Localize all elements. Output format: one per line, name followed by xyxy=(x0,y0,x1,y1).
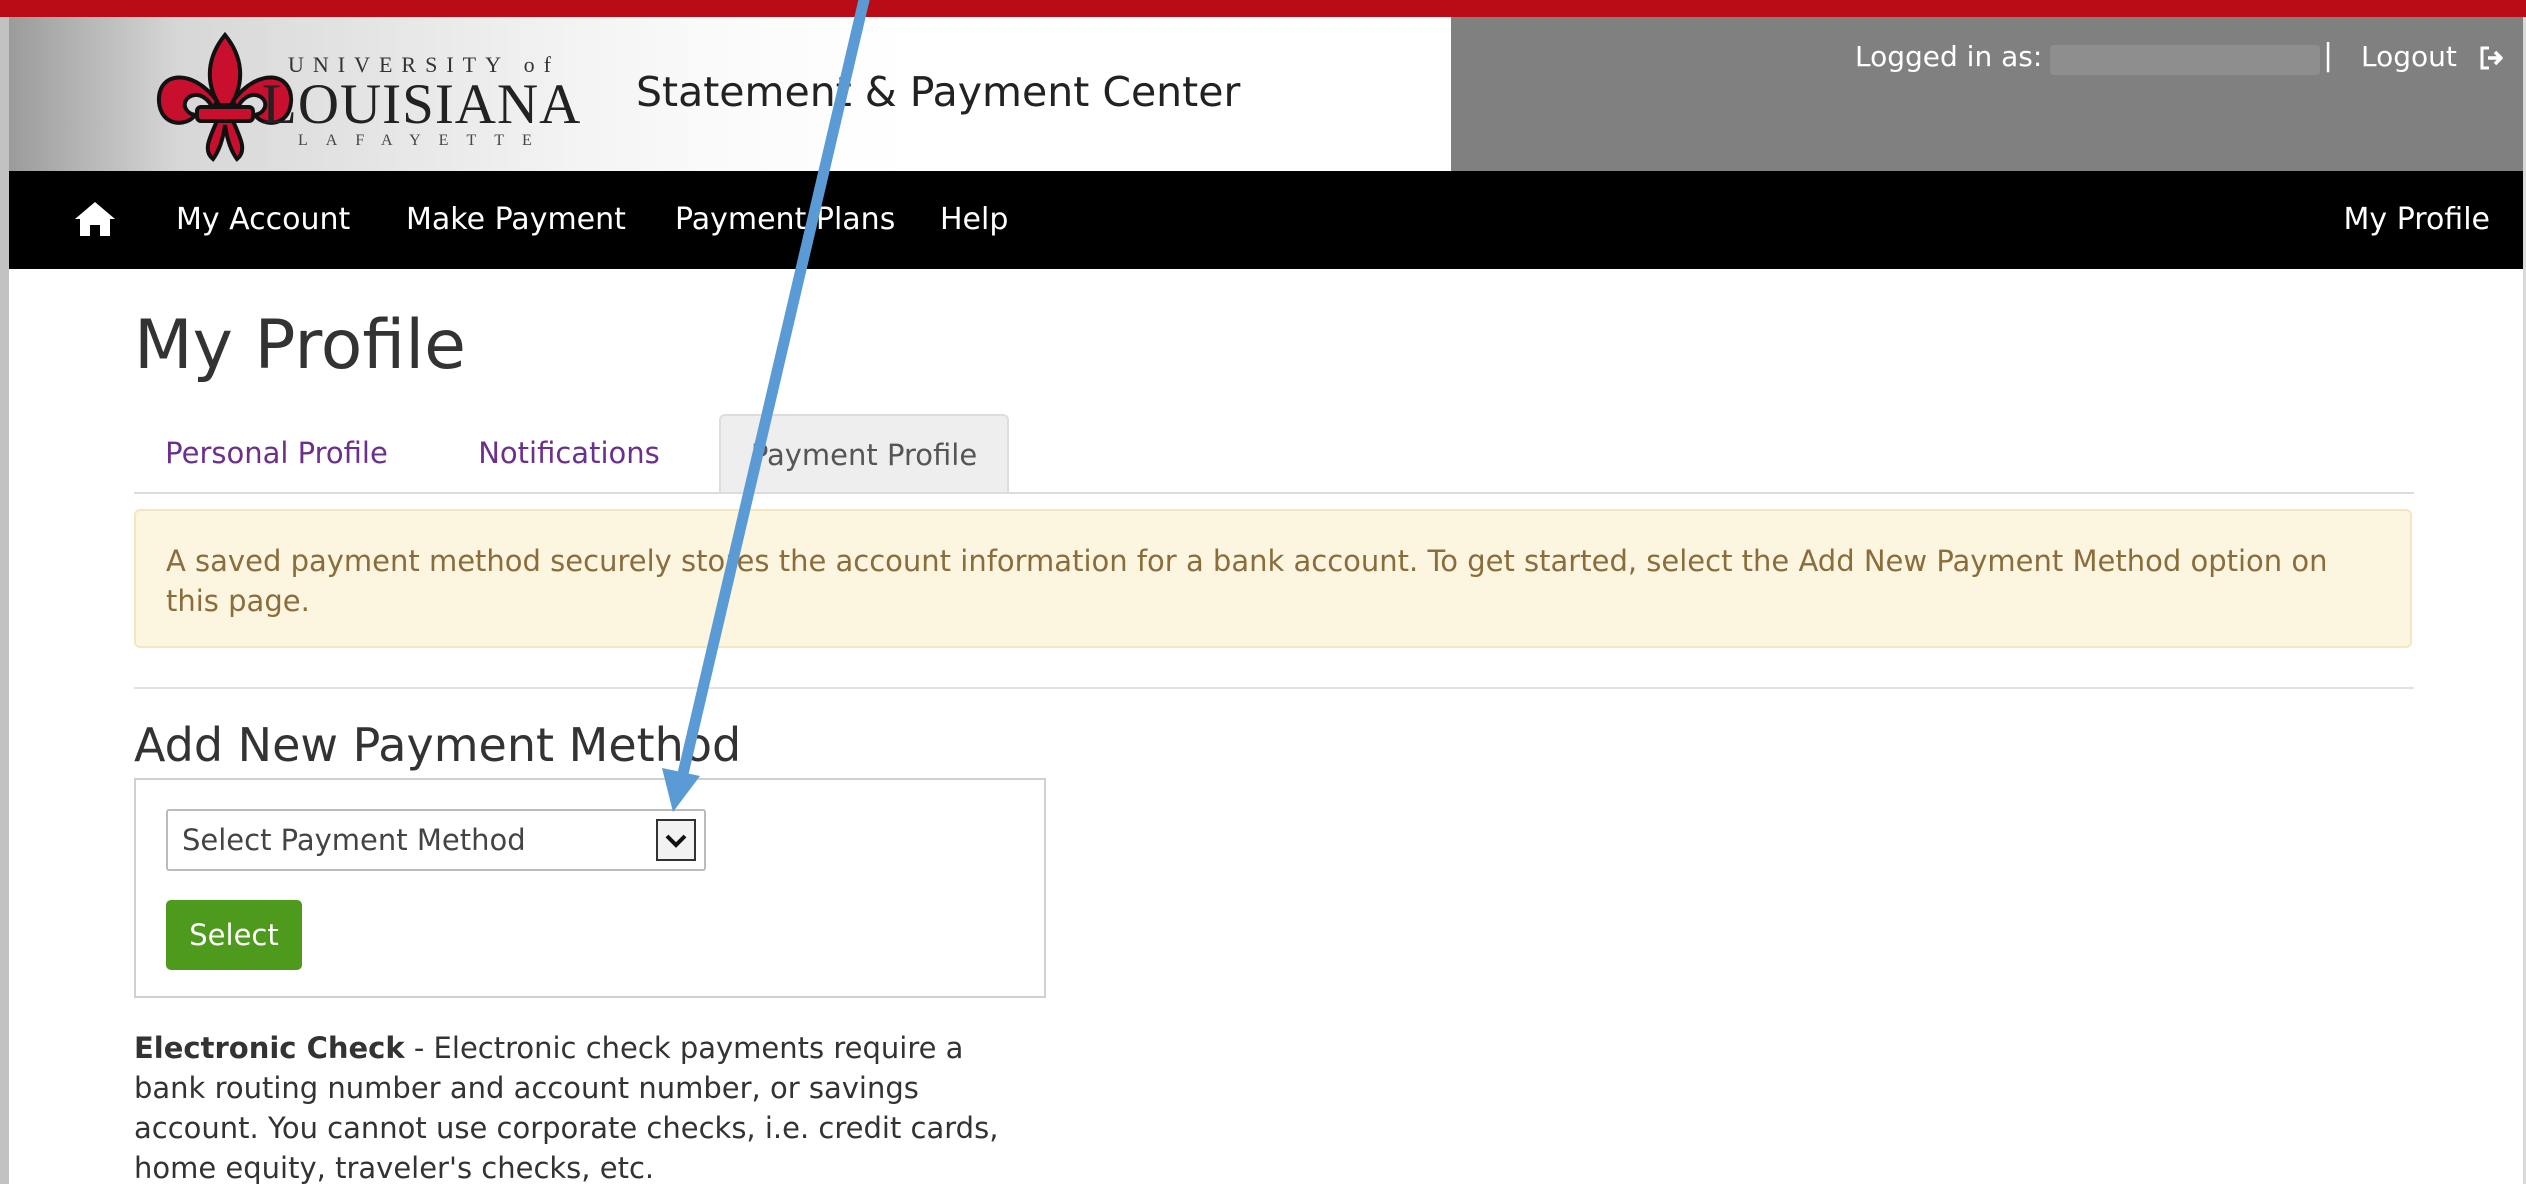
nav-help[interactable]: Help xyxy=(940,171,1008,269)
logged-in-label: Logged in as: xyxy=(1855,40,2043,73)
tab-payment-profile[interactable]: Payment Profile xyxy=(719,414,1009,494)
chevron-down-icon[interactable] xyxy=(656,819,696,861)
tab-notifications[interactable]: Notifications xyxy=(443,414,695,492)
electronic-check-term: Electronic Check xyxy=(134,1031,405,1065)
tab-personal-profile[interactable]: Personal Profile xyxy=(134,414,419,492)
window-edge-left xyxy=(0,17,9,1184)
nav-my-account[interactable]: My Account xyxy=(176,171,350,269)
info-alert: A saved payment method securely stores t… xyxy=(134,509,2412,648)
payment-method-select[interactable]: Select Payment Method xyxy=(166,809,706,871)
select-button[interactable]: Select xyxy=(166,900,302,970)
payment-method-select-value: Select Payment Method xyxy=(182,823,526,857)
header-separator: | xyxy=(2323,38,2334,73)
nav-payment-plans[interactable]: Payment Plans xyxy=(675,171,895,269)
logout-icon[interactable] xyxy=(2478,44,2506,72)
page-title: My Profile xyxy=(134,306,466,385)
logout-link[interactable]: Logout xyxy=(2361,40,2457,73)
electronic-check-note: Electronic Check - Electronic check paym… xyxy=(134,1028,1034,1188)
nav-my-profile[interactable]: My Profile xyxy=(2344,171,2490,269)
top-accent-bar xyxy=(0,0,2526,17)
section-divider xyxy=(134,687,2414,689)
brand-lafayette-text: LAFAYETTE xyxy=(298,132,550,149)
username-redacted xyxy=(2050,45,2320,75)
main-nav: My Account Make Payment Payment Plans He… xyxy=(9,171,2523,269)
add-payment-method-heading: Add New Payment Method xyxy=(134,718,742,772)
home-icon[interactable] xyxy=(73,199,117,239)
site-title: Statement & Payment Center xyxy=(636,68,1241,116)
nav-make-payment[interactable]: Make Payment xyxy=(406,171,626,269)
tabs-underline xyxy=(134,492,2414,494)
brand-louisiana-text: LOUISIANA xyxy=(262,73,582,136)
